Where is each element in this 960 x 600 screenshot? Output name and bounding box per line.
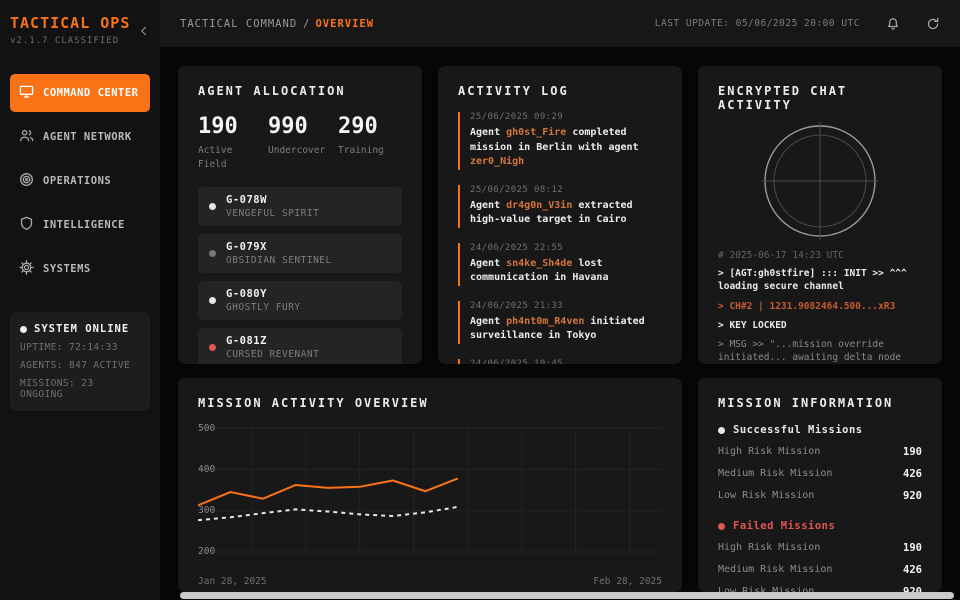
sidebar-nav: COMMAND CENTER AGENT NETWORK OPERATIONS … <box>10 74 150 288</box>
agent-row-g080y[interactable]: G-080YGHOSTLY FURY <box>198 281 402 320</box>
mission-chart-svg <box>198 422 662 570</box>
failed-missions-header: Failed Missions <box>718 520 922 532</box>
refresh-button[interactable] <box>926 17 940 31</box>
bell-icon <box>886 17 900 31</box>
agent-stats: 190 Active Field 990 Undercover 290 Trai… <box>198 114 402 173</box>
sidebar-item-command-center[interactable]: COMMAND CENTER <box>10 74 150 112</box>
topbar: TACTICAL COMMAND / OVERVIEW LAST UPDATE:… <box>160 0 960 47</box>
stat-training: 290 Training <box>338 114 402 173</box>
last-update-text: LAST UPDATE: 05/06/2025 20:00 UTC <box>655 18 860 29</box>
mission-stat-row: Low Risk Mission 920 <box>718 490 922 502</box>
sidebar-item-label: COMMAND CENTER <box>43 87 139 99</box>
agent-status-dot <box>209 203 216 210</box>
horizontal-scrollbar[interactable] <box>180 592 954 599</box>
mission-chart: 500 400 300 200 <box>198 422 662 570</box>
app-root: TACTICAL OPS v2.1.7 CLASSIFIED COMMAND C… <box>0 0 960 600</box>
missions-text: MISSIONS: 23 ONGOING <box>20 378 140 400</box>
uptime-text: UPTIME: 72:14:33 <box>20 342 140 353</box>
agent-list: G-078WVENGEFUL SPIRIT G-079XOBSIDIAN SEN… <box>198 187 402 365</box>
agent-row-g078w[interactable]: G-078WVENGEFUL SPIRIT <box>198 187 402 226</box>
refresh-icon <box>926 17 940 31</box>
shield-icon <box>19 216 34 234</box>
mission-information-card: MISSION INFORMATION Successful Missions … <box>698 378 942 592</box>
chat-line: > KEY LOCKED <box>718 319 922 332</box>
agent-allocation-title: AGENT ALLOCATION <box>198 84 402 98</box>
activity-log-card: ACTIVITY LOG 25/06/2025 09:29 Agent gh0s… <box>438 66 682 364</box>
successful-missions-header: Successful Missions <box>718 424 922 436</box>
users-icon <box>19 128 34 146</box>
cards-row-1: AGENT ALLOCATION 190 Active Field 990 Un… <box>178 66 942 364</box>
chat-line: > MSG >> "...mission override initiated.… <box>718 338 922 364</box>
activity-log-title: ACTIVITY LOG <box>458 84 662 98</box>
sidebar: TACTICAL OPS v2.1.7 CLASSIFIED COMMAND C… <box>0 0 160 600</box>
crosshair-circles-icon <box>759 120 881 242</box>
chevron-left-icon <box>138 25 150 37</box>
sidebar-item-agent-network[interactable]: AGENT NETWORK <box>10 118 150 156</box>
radar-graphic <box>718 120 922 242</box>
mission-stat-row: High Risk Mission 190 <box>718 542 922 554</box>
log-entry: 25/06/2025 09:29 Agent gh0st_Fire comple… <box>458 112 662 170</box>
gear-icon <box>19 260 34 278</box>
mission-activity-title: MISSION ACTIVITY OVERVIEW <box>198 396 662 410</box>
agent-status-dot <box>209 250 216 257</box>
y-tick: 300 <box>198 505 215 516</box>
log-entry: 24/06/2025 19:45 <box>458 359 662 365</box>
system-status-title: SYSTEM ONLINE <box>20 323 140 335</box>
chat-line: > CH#2 | 1231.9082464.500...xR3 <box>718 300 922 313</box>
agent-allocation-card: AGENT ALLOCATION 190 Active Field 990 Un… <box>178 66 422 364</box>
mission-activity-card: MISSION ACTIVITY OVERVIEW 500 400 300 20… <box>178 378 682 592</box>
sidebar-collapse-button[interactable] <box>138 22 150 41</box>
sidebar-item-operations[interactable]: OPERATIONS <box>10 162 150 200</box>
agent-row-g079x[interactable]: G-079XOBSIDIAN SENTINEL <box>198 234 402 273</box>
y-tick: 200 <box>198 546 215 557</box>
x-end-label: Feb 28, 2025 <box>593 576 662 587</box>
mission-stat-row: Medium Risk Mission 426 <box>718 468 922 480</box>
agent-status-dot <box>209 344 216 351</box>
sidebar-item-label: SYSTEMS <box>43 263 91 275</box>
stat-undercover: 990 Undercover <box>268 114 332 173</box>
online-status-dot <box>20 326 27 333</box>
sidebar-item-label: INTELLIGENCE <box>43 219 125 231</box>
log-entry: 24/06/2025 21:33 Agent ph4nt0m_R4ven ini… <box>458 301 662 344</box>
success-dot <box>718 427 725 434</box>
agents-text: AGENTS: 847 ACTIVE <box>20 360 140 371</box>
breadcrumb-root: TACTICAL COMMAND <box>180 18 297 30</box>
chat-line: > [AGT:gh0stfire] ::: INIT >> ^^^ loadin… <box>718 267 922 294</box>
monitor-icon <box>19 84 34 102</box>
y-tick: 400 <box>198 464 215 475</box>
mission-stat-row: Medium Risk Mission 426 <box>718 564 922 576</box>
encrypted-chat-title: ENCRYPTED CHAT ACTIVITY <box>718 84 922 112</box>
mission-information-title: MISSION INFORMATION <box>718 396 922 410</box>
main-area: AGENT ALLOCATION 190 Active Field 990 Un… <box>160 47 960 600</box>
breadcrumb-separator: / <box>303 18 309 30</box>
agent-row-g081z[interactable]: G-081ZCURSED REVENANT <box>198 328 402 365</box>
system-status-panel: SYSTEM ONLINE UPTIME: 72:14:33 AGENTS: 8… <box>10 312 150 411</box>
sidebar-item-systems[interactable]: SYSTEMS <box>10 250 150 288</box>
sidebar-item-label: OPERATIONS <box>43 175 111 187</box>
topbar-actions: LAST UPDATE: 05/06/2025 20:00 UTC <box>655 17 940 31</box>
app-version: v2.1.7 CLASSIFIED <box>10 36 150 46</box>
log-entry: 25/06/2025 08:12 Agent dr4g0n_V3in extra… <box>458 185 662 228</box>
stat-active-field: 190 Active Field <box>198 114 262 173</box>
y-tick: 500 <box>198 423 215 434</box>
agent-status-dot <box>209 297 216 304</box>
x-start-label: Jan 28, 2025 <box>198 576 267 587</box>
target-icon <box>19 172 34 190</box>
log-entry: 24/06/2025 22:55 Agent sn4ke_Sh4de lost … <box>458 243 662 286</box>
content-column: TACTICAL COMMAND / OVERVIEW LAST UPDATE:… <box>160 0 960 600</box>
activity-log-list: 25/06/2025 09:29 Agent gh0st_Fire comple… <box>458 112 662 364</box>
cards-row-2: MISSION ACTIVITY OVERVIEW 500 400 300 20… <box>178 378 942 592</box>
x-axis-labels: Jan 28, 2025 Feb 28, 2025 <box>198 576 662 587</box>
sidebar-item-label: AGENT NETWORK <box>43 131 132 143</box>
notifications-button[interactable] <box>886 17 900 31</box>
failed-dot <box>718 523 725 530</box>
mission-stat-row: High Risk Mission 190 <box>718 446 922 458</box>
encrypted-chat-card: ENCRYPTED CHAT ACTIVITY # 2025-06-17 14:… <box>698 66 942 364</box>
chat-timestamp: # 2025-06-17 14:23 UTC <box>718 250 922 261</box>
app-title: TACTICAL OPS <box>10 14 150 32</box>
sidebar-item-intelligence[interactable]: INTELLIGENCE <box>10 206 150 244</box>
breadcrumb-current[interactable]: OVERVIEW <box>315 18 374 30</box>
